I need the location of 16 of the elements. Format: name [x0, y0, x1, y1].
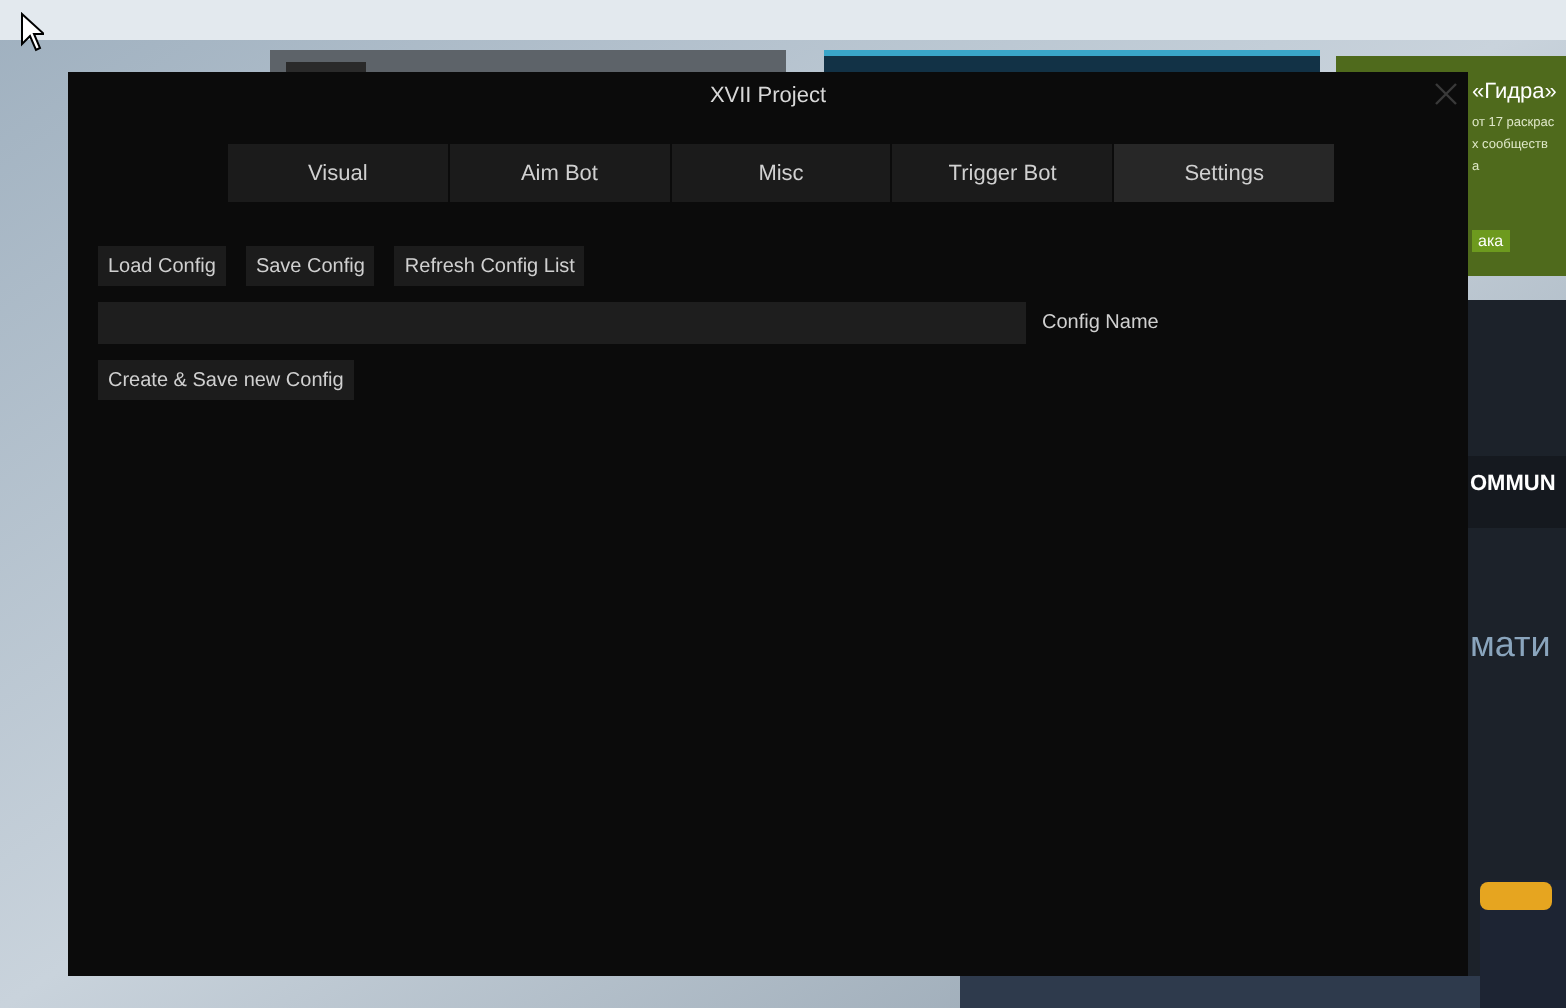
- close-icon[interactable]: [1434, 82, 1458, 106]
- config-button[interactable]: Refresh Config List: [394, 246, 585, 286]
- field-label: Config Name: [1042, 312, 1159, 334]
- tab[interactable]: Visual: [228, 144, 450, 202]
- tab[interactable]: Trigger Bot: [892, 144, 1115, 202]
- tab[interactable]: Misc: [671, 144, 893, 202]
- cursor-icon: [20, 12, 44, 52]
- create-config-button[interactable]: Create & Save new Config: [98, 360, 354, 400]
- promo-title: «Гидра»: [1472, 80, 1557, 104]
- tab[interactable]: Aim Bot: [449, 144, 672, 202]
- banner-text: OMMUN: [1470, 472, 1556, 496]
- headline-text: мати: [1470, 624, 1551, 666]
- tab[interactable]: Settings: [1114, 144, 1336, 202]
- window-title: XVII Project: [709, 84, 827, 108]
- config-button[interactable]: Save Config: [245, 246, 375, 286]
- config-button[interactable]: Load Config: [98, 246, 226, 286]
